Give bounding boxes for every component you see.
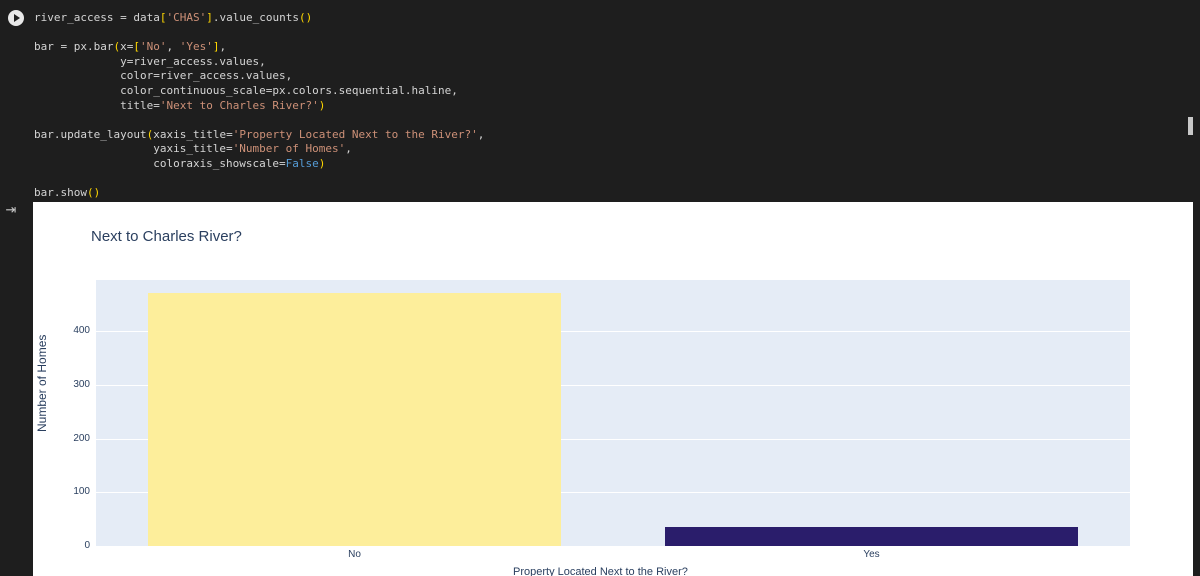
x-axis-title: Property Located Next to the River? [513, 566, 688, 576]
code-line: y=river_access.values, [34, 54, 266, 68]
code-line: bar.update_layout(xaxis_title='Property … [34, 127, 485, 141]
bar-no[interactable] [147, 292, 562, 546]
code-line: coloraxis_showscale=False) [34, 156, 326, 170]
code-line: color=river_access.values, [34, 69, 293, 83]
run-cell-button[interactable] [8, 10, 24, 26]
code-line: color_continuous_scale=px.colors.sequent… [34, 83, 458, 97]
y-tick-label: 0 [84, 540, 90, 551]
chart-title: Next to Charles River? [91, 228, 242, 245]
y-tick-label: 200 [73, 432, 90, 444]
x-tick-label: No [348, 549, 361, 560]
code-line: title='Next to Charles River?') [34, 98, 326, 112]
code-line: river_access = data['CHAS'].value_counts… [34, 11, 313, 24]
y-tick-label: 100 [73, 486, 90, 498]
bar-yes[interactable] [664, 527, 1079, 546]
code-editor[interactable]: river_access = data['CHAS'].value_counts… [34, 11, 484, 201]
notebook: river_access = data['CHAS'].value_counts… [0, 0, 1200, 576]
x-tick-label: Yes [863, 549, 880, 560]
code-cell[interactable]: river_access = data['CHAS'].value_counts… [0, 0, 1193, 199]
output-toggle-icon[interactable]: ⇥ [3, 203, 19, 219]
code-line: bar = px.bar(x=['No', 'Yes'], [34, 40, 227, 54]
y-tick-label: 300 [73, 378, 90, 390]
cell-output: Next to Charles River? Number of Homes P… [33, 202, 1193, 576]
scrollbar-thumb[interactable] [1188, 117, 1193, 135]
y-tick-label: 400 [73, 325, 90, 337]
code-line: yaxis_title='Number of Homes', [34, 142, 352, 156]
code-line: bar.show() [34, 186, 101, 200]
y-axis-title: Number of Homes [35, 334, 49, 432]
